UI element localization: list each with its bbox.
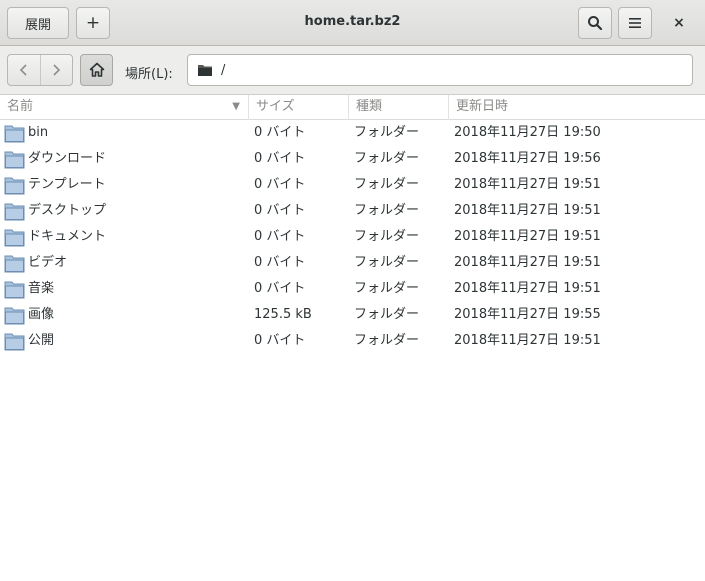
file-name: ビデオ <box>28 255 68 270</box>
column-modified-label: 更新日時 <box>456 99 509 114</box>
forward-button[interactable] <box>40 55 72 85</box>
nav-buttons <box>7 54 73 86</box>
column-name[interactable]: 名前 ▼ <box>0 95 249 120</box>
file-type: フォルダー <box>354 281 420 296</box>
location-path: / <box>221 62 226 78</box>
location-field[interactable]: / <box>187 54 693 86</box>
file-size: 0 バイト <box>254 281 306 296</box>
chevron-right-icon <box>53 64 61 76</box>
close-icon: × <box>673 15 685 31</box>
file-list: bin 0 バイト フォルダー 2018年11月27日 19:50 ダウンロード… <box>0 121 705 355</box>
chevron-left-icon <box>19 64 27 76</box>
file-size: 125.5 kB <box>254 307 312 322</box>
column-size-label: サイズ <box>256 99 295 114</box>
table-row[interactable]: 画像 125.5 kB フォルダー 2018年11月27日 19:55 <box>0 303 705 329</box>
file-name: デスクトップ <box>28 203 107 218</box>
column-type-label: 種類 <box>356 99 383 114</box>
column-modified[interactable]: 更新日時 <box>449 95 705 120</box>
file-modified: 2018年11月27日 19:51 <box>454 177 601 192</box>
table-row[interactable]: ビデオ 0 バイト フォルダー 2018年11月27日 19:51 <box>0 251 705 277</box>
column-header: 名前 ▼ サイズ 種類 更新日時 <box>0 95 705 120</box>
file-size: 0 バイト <box>254 177 306 192</box>
file-type: フォルダー <box>354 255 420 270</box>
file-modified: 2018年11月27日 19:55 <box>454 307 601 322</box>
file-modified: 2018年11月27日 19:51 <box>454 203 601 218</box>
file-name: ダウンロード <box>28 151 107 166</box>
file-modified: 2018年11月27日 19:51 <box>454 255 601 270</box>
menu-button[interactable] <box>618 7 652 39</box>
file-type: フォルダー <box>354 177 420 192</box>
file-modified: 2018年11月27日 19:51 <box>454 333 601 348</box>
table-row[interactable]: テンプレート 0 バイト フォルダー 2018年11月27日 19:51 <box>0 173 705 199</box>
file-name: ドキュメント <box>28 229 107 244</box>
folder-icon <box>4 333 25 351</box>
file-modified: 2018年11月27日 19:51 <box>454 229 601 244</box>
table-row[interactable]: ドキュメント 0 バイト フォルダー 2018年11月27日 19:51 <box>0 225 705 251</box>
file-modified: 2018年11月27日 19:56 <box>454 151 601 166</box>
table-row[interactable]: 音楽 0 バイト フォルダー 2018年11月27日 19:51 <box>0 277 705 303</box>
file-type: フォルダー <box>354 229 420 244</box>
folder-icon <box>4 229 25 247</box>
file-size: 0 バイト <box>254 125 306 140</box>
file-name: テンプレート <box>28 177 106 192</box>
table-row[interactable]: デスクトップ 0 バイト フォルダー 2018年11月27日 19:51 <box>0 199 705 225</box>
back-button[interactable] <box>8 55 40 85</box>
file-size: 0 バイト <box>254 203 306 218</box>
search-icon <box>588 16 603 31</box>
file-type: フォルダー <box>354 203 420 218</box>
column-size[interactable]: サイズ <box>249 95 349 120</box>
sort-descending-icon: ▼ <box>232 101 240 112</box>
file-size: 0 バイト <box>254 333 306 348</box>
folder-icon <box>4 281 25 299</box>
file-size: 0 バイト <box>254 151 306 166</box>
file-name: 音楽 <box>28 281 55 296</box>
location-label: 場所(L): <box>125 67 173 82</box>
folder-icon <box>4 255 25 273</box>
folder-icon <box>4 203 25 221</box>
file-type: フォルダー <box>354 333 420 348</box>
location-bar: 場所(L): / <box>0 46 705 95</box>
file-size: 0 バイト <box>254 229 306 244</box>
table-row[interactable]: ダウンロード 0 バイト フォルダー 2018年11月27日 19:56 <box>0 147 705 173</box>
table-row[interactable]: 公開 0 バイト フォルダー 2018年11月27日 19:51 <box>0 329 705 355</box>
menu-icon <box>629 18 641 28</box>
folder-icon <box>4 151 25 169</box>
column-type[interactable]: 種類 <box>349 95 449 120</box>
column-name-label: 名前 <box>7 99 34 114</box>
file-name: 画像 <box>28 307 55 322</box>
close-button[interactable]: × <box>663 7 695 39</box>
folder-icon <box>4 177 25 195</box>
folder-icon <box>4 307 25 325</box>
file-size: 0 バイト <box>254 255 306 270</box>
file-modified: 2018年11月27日 19:51 <box>454 281 601 296</box>
folder-icon <box>4 125 25 143</box>
file-type: フォルダー <box>354 125 420 140</box>
file-modified: 2018年11月27日 19:50 <box>454 125 601 140</box>
file-type: フォルダー <box>354 151 420 166</box>
home-button[interactable] <box>80 54 113 86</box>
file-type: フォルダー <box>354 307 420 322</box>
home-icon <box>89 62 104 77</box>
file-name: 公開 <box>28 333 55 348</box>
file-name: bin <box>28 125 49 140</box>
folder-icon <box>198 65 212 76</box>
search-button[interactable] <box>578 7 612 39</box>
header-bar: 展開 + home.tar.bz2 × <box>0 0 705 46</box>
table-row[interactable]: bin 0 バイト フォルダー 2018年11月27日 19:50 <box>0 121 705 147</box>
